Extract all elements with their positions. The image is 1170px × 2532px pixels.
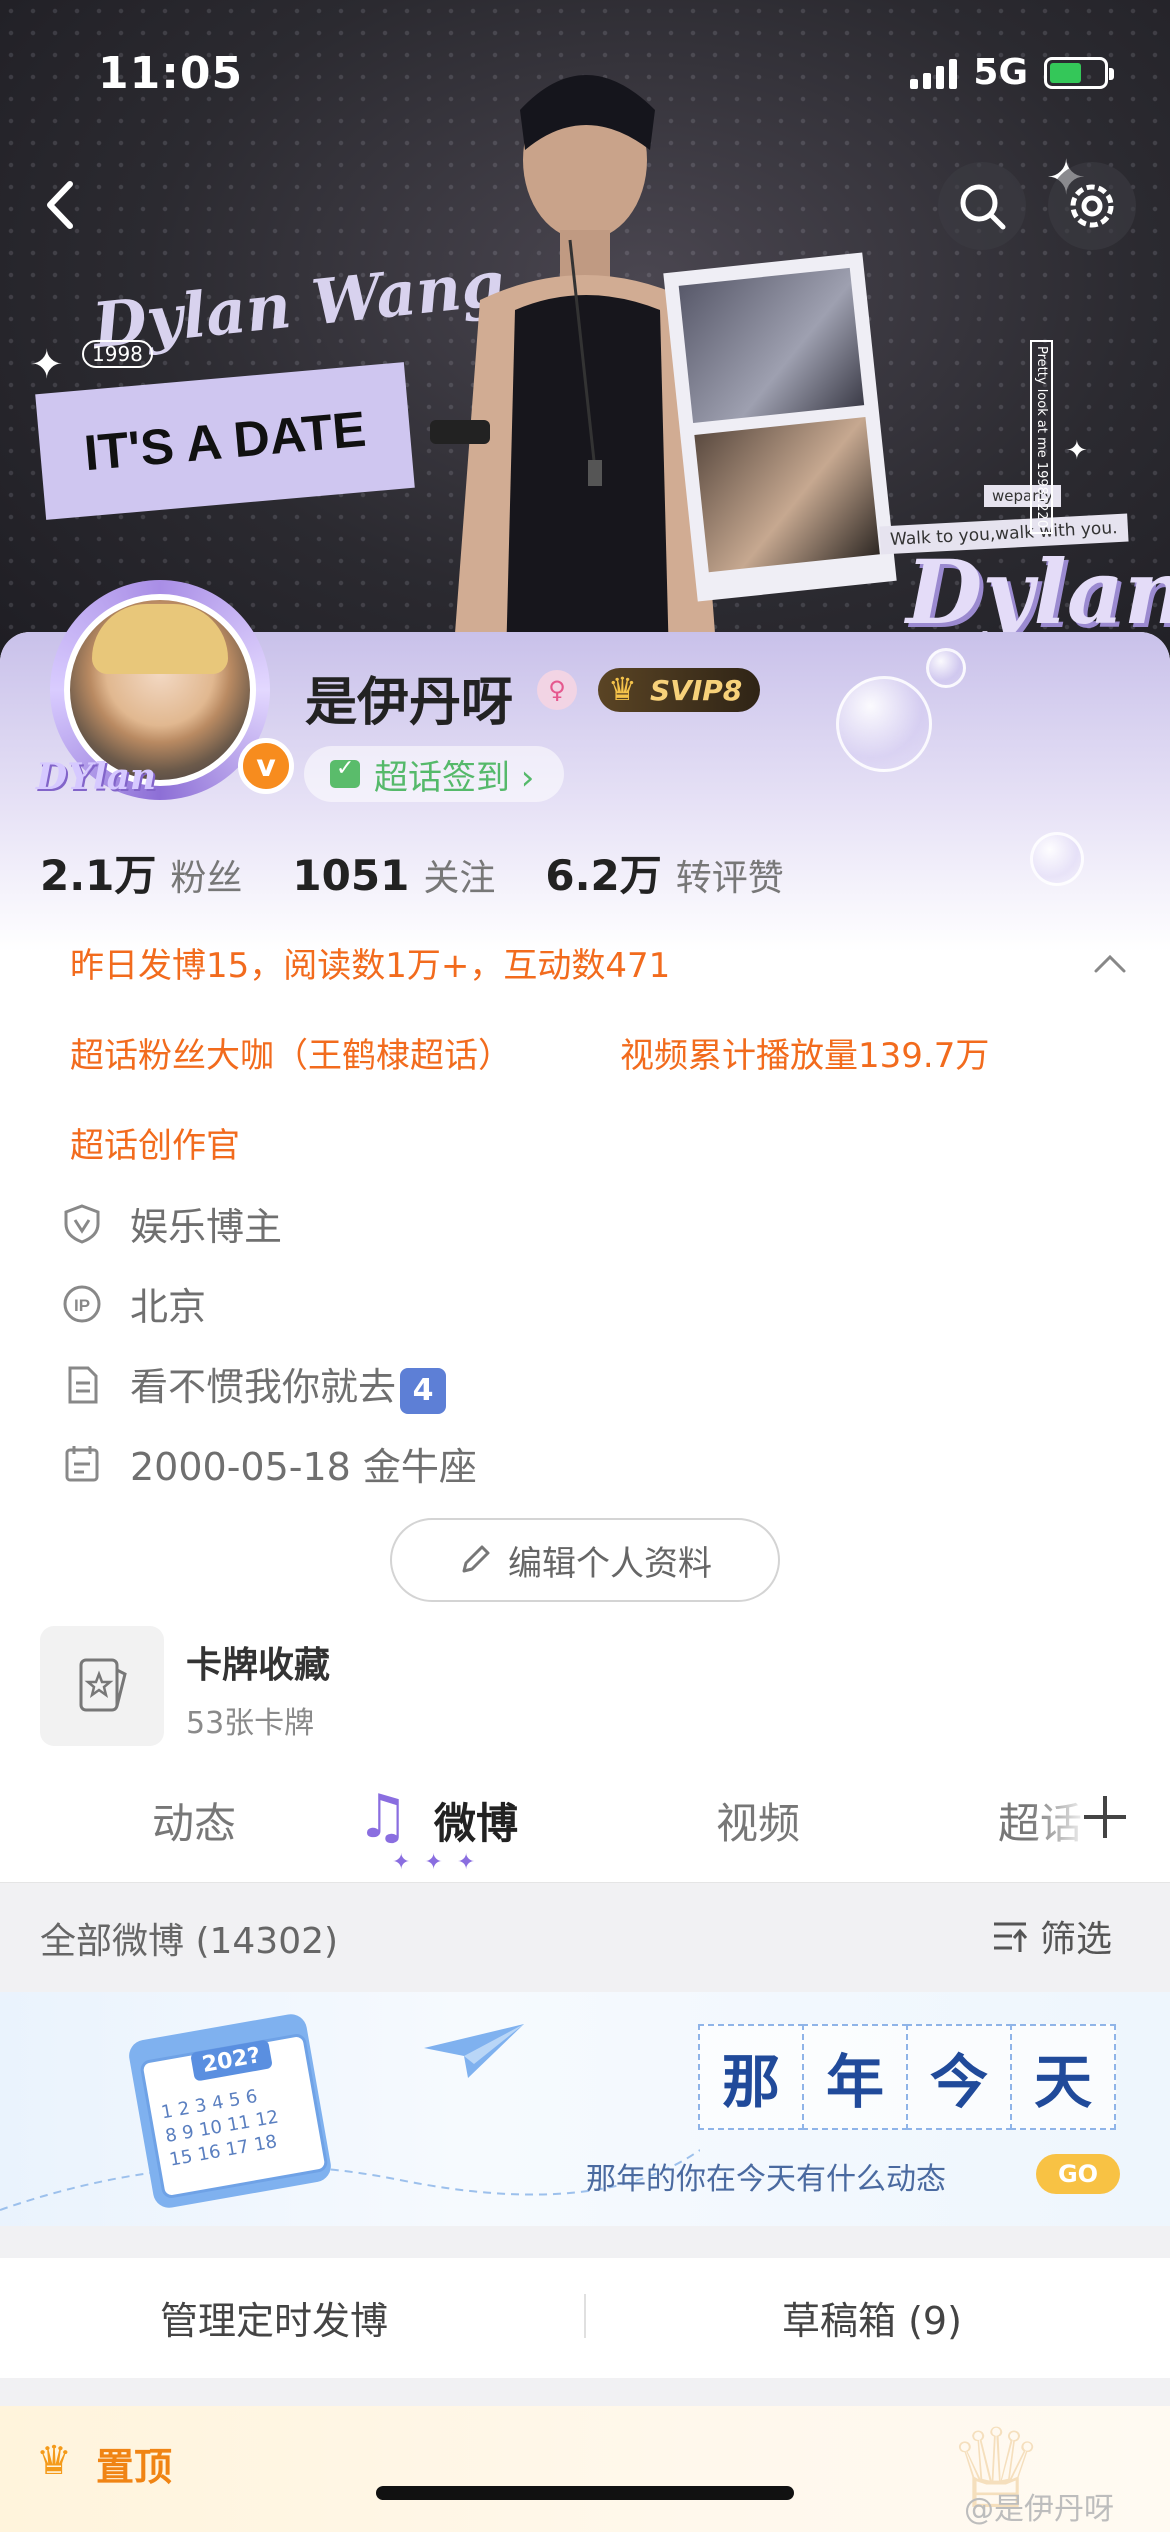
photo-frame [694, 417, 880, 573]
card-collection-count: 53张卡牌 [186, 1706, 315, 1741]
watermark-text: @是伊丹呀 [964, 2492, 1114, 2527]
edit-profile-label: 编辑个人资料 [508, 1543, 712, 1584]
info-location: IP 北京 [60, 1276, 206, 1331]
tab-video[interactable]: 视频 [716, 1790, 800, 1851]
chevron-up-icon[interactable] [1090, 944, 1130, 984]
stat-following[interactable]: 1051 关注 [292, 849, 495, 901]
stat-label: 关注 [423, 858, 496, 899]
stat-number: 2.1万 [40, 851, 157, 900]
document-icon [68, 1366, 98, 1404]
title-char: 年 [802, 2024, 908, 2130]
card-collection-title[interactable]: 卡牌收藏 [186, 1636, 330, 1688]
paper-plane-icon [424, 2024, 524, 2078]
go-button[interactable]: GO [1036, 2154, 1120, 2194]
stat-followers[interactable]: 2.1万 粉丝 [40, 842, 242, 903]
battery-icon [1044, 56, 1114, 89]
plus-icon[interactable] [1080, 1792, 1130, 1842]
filter-sort-icon [994, 1922, 1028, 1952]
stat-number: 6.2万 [545, 851, 662, 900]
birthday-text: 2000-05-18 金牛座 [130, 1445, 477, 1489]
edit-profile-button[interactable]: 编辑个人资料 [390, 1518, 780, 1602]
svg-text:IP: IP [74, 1296, 90, 1315]
supertopic-checkin-button[interactable]: 超话签到 › [304, 746, 565, 802]
yesterday-summary[interactable]: 昨日发博15，阅读数1万+，互动数471 [70, 938, 670, 987]
search-icon [960, 184, 1006, 230]
settings-button[interactable] [1048, 162, 1136, 250]
avatar[interactable]: DYlan v [30, 560, 294, 820]
info-birthday: 2000-05-18 金牛座 [60, 1436, 477, 1491]
back-arrow-icon[interactable] [28, 170, 98, 240]
music-note-icon: ♫ [356, 1782, 410, 1852]
profile-stats: 2.1万 粉丝 1051 关注 6.2万 转评赞 [40, 842, 784, 903]
status-time: 11:05 [98, 48, 244, 99]
ip-location-icon: IP [63, 1285, 101, 1322]
vertical-divider [584, 2294, 586, 2338]
location-text: 北京 [130, 1285, 207, 1329]
cover-photo-strip [663, 252, 897, 602]
stat-label: 转评赞 [675, 858, 784, 899]
cover-script-art: Dylan [906, 540, 1170, 644]
pencil-icon [462, 1545, 490, 1573]
info-bio: 看不惯我你就去 4 [60, 1356, 447, 1414]
shield-icon [64, 1203, 100, 1244]
username: 是伊丹呀 [305, 674, 514, 732]
stat-label: 粉丝 [170, 858, 243, 899]
pinned-label: 置顶 [96, 2445, 173, 2489]
photo-frame [678, 267, 865, 424]
video-plays-badge[interactable]: 视频累计播放量139.7万 [620, 1028, 989, 1077]
home-indicator[interactable] [376, 2486, 794, 2500]
creator-badge[interactable]: 超话创作官 [70, 1118, 240, 1167]
bio-text: 看不惯我你就去 [130, 1365, 397, 1409]
fan-title-badge[interactable]: 超话粉丝大咖（王鹤棣超话） [70, 1028, 512, 1077]
network-label: 5G [973, 52, 1028, 93]
category-text: 娱乐博主 [130, 1205, 283, 1249]
section-divider [0, 2378, 1170, 2406]
calendar-check-icon [330, 756, 360, 788]
card-collection-thumbnail[interactable] [40, 1626, 164, 1746]
bubble-decoration [926, 648, 966, 688]
crown-icon: ♛ [36, 2438, 72, 2484]
verified-badge-icon: v [238, 738, 294, 794]
keycap-four-emoji: 4 [400, 1367, 447, 1414]
status-indicators: 5G [910, 52, 1114, 93]
on-this-day-subtitle: 那年的你在今天有什么动态 [586, 2162, 946, 2197]
gear-icon [1070, 184, 1114, 228]
title-char: 天 [1010, 2024, 1116, 2130]
signal-icon [910, 57, 958, 89]
cover-side-label: Pretty look at me 19981220 [1030, 340, 1053, 535]
stat-number: 1051 [292, 851, 410, 900]
filter-label: 筛选 [1040, 1919, 1113, 1960]
search-button[interactable] [938, 162, 1026, 250]
calendar-icon [65, 1445, 99, 1481]
info-category: 娱乐博主 [60, 1196, 282, 1251]
section-divider [0, 2226, 1170, 2258]
bubble-decoration [1030, 832, 1084, 886]
sparkle-icon: ✦ [30, 342, 64, 388]
bubble-decoration [836, 676, 932, 772]
filter-button[interactable]: 筛选 [990, 1910, 1112, 1962]
sparkle-icon: ✦ [1066, 436, 1088, 466]
tab-active-indicator: ✦✦✦ [392, 1850, 490, 1875]
avatar-frame-word: DYlan [36, 756, 157, 798]
female-icon: ♀ [537, 670, 577, 710]
tab-weibo[interactable]: 微博 [434, 1790, 518, 1851]
title-char: 今 [906, 2024, 1012, 2130]
feed-count-title: 全部微博 (14302) [40, 1921, 339, 1962]
stat-likes[interactable]: 6.2万 转评赞 [545, 842, 783, 903]
title-char: 那 [698, 2024, 804, 2130]
tab-dynamics[interactable]: 动态 [152, 1790, 236, 1851]
checkin-label: 超话签到 › [374, 757, 535, 798]
on-this-day-title: 那 年 今 天 [698, 2024, 1116, 2130]
cover-year-tag: 1998 [82, 340, 153, 368]
svip-badge[interactable]: SVIP8 [598, 668, 761, 712]
card-star-icon [79, 1658, 127, 1712]
drafts-button[interactable]: 草稿箱 (9) [782, 2290, 962, 2345]
scheduled-posts-button[interactable]: 管理定时发博 [160, 2290, 388, 2345]
